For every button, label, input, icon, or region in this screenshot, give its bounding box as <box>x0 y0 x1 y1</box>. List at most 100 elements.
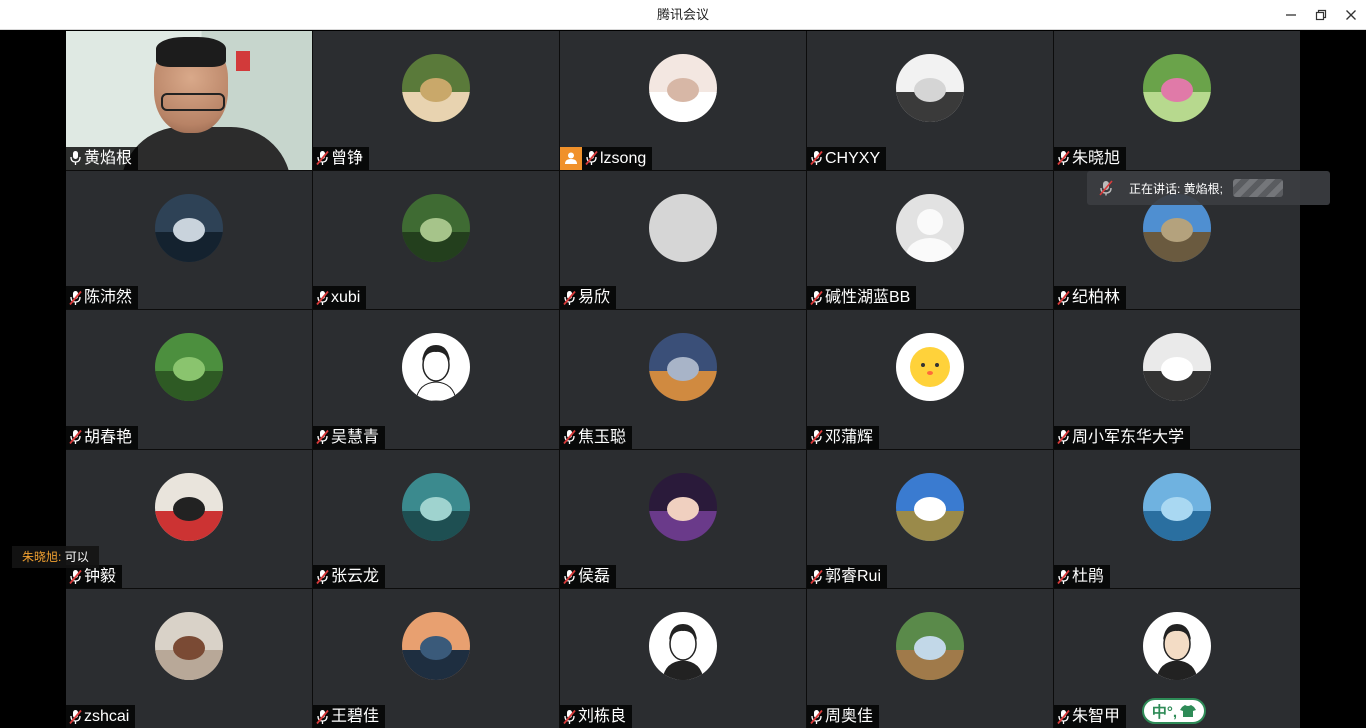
avatar <box>402 193 470 262</box>
participant-name: 胡春艳 <box>84 428 133 446</box>
muted-mic-icon <box>563 569 576 584</box>
participant-tile[interactable]: 陈沛然 <box>66 170 312 310</box>
participant-tile[interactable]: 黄焰根 <box>66 31 312 170</box>
participant-tile[interactable]: 曾铮 <box>313 31 559 170</box>
minimize-button[interactable] <box>1276 0 1306 30</box>
ime-toolbar[interactable]: 中°, <box>1142 698 1206 724</box>
participant-nametag: 钟毅 <box>66 565 123 589</box>
participant-nametag: 曾铮 <box>313 146 370 170</box>
participant-nametag: 朱晓旭 <box>1054 146 1127 170</box>
participant-tile[interactable]: 刘栋良 <box>560 589 806 728</box>
avatar <box>896 472 964 541</box>
sun-cartoon-avatar-image <box>896 333 964 402</box>
avatar <box>1143 472 1211 541</box>
muted-mic-icon <box>1057 290 1070 305</box>
participant-tile[interactable]: 焦玉聪 <box>560 310 806 449</box>
participant-nametag: 杜鹃 <box>1054 565 1111 589</box>
participant-tile[interactable]: 周奥佳 <box>807 589 1053 728</box>
close-button[interactable] <box>1336 0 1366 30</box>
muted-mic-icon <box>563 709 576 724</box>
muted-mic-icon <box>1057 151 1070 166</box>
participant-nametag: 胡春艳 <box>66 425 139 449</box>
participant-nametag: 吴慧青 <box>313 425 386 449</box>
grey-blank-avatar-image <box>649 193 717 262</box>
participant-nametag: zshcai <box>66 705 136 728</box>
muted-mic-icon <box>810 709 823 724</box>
sea-sky-avatar-image <box>1143 472 1211 541</box>
participant-tile[interactable]: 朱晓旭 <box>1054 31 1300 170</box>
participant-tile[interactable]: 钟毅 <box>66 449 312 589</box>
muted-mic-icon <box>810 151 823 166</box>
participant-name: xubi <box>331 289 361 307</box>
muted-mic-icon <box>69 569 82 584</box>
participant-nametag: 焦玉聪 <box>560 425 633 449</box>
participant-tile[interactable]: 邓蒲辉 <box>807 310 1053 449</box>
participant-nametag: 邓蒲辉 <box>807 425 880 449</box>
speaking-indicator: 正在讲话: 黄焰根; <box>1087 171 1330 205</box>
chat-message: 可以 <box>64 550 89 564</box>
participant-nametag: 纪柏林 <box>1054 286 1127 310</box>
muted-mic-icon <box>585 151 598 166</box>
participant-nametag: 王碧佳 <box>313 705 386 728</box>
title-bar: 腾讯会议 <box>0 0 1366 30</box>
participant-name: 朱智甲 <box>1072 708 1121 725</box>
muted-mic-icon <box>810 430 823 445</box>
participant-grid: 黄焰根 曾铮 lzsong CHYXY 朱晓旭陈沛然 xubi 易欣 碱性湖蓝BB 纪柏林胡春艳… <box>66 31 1300 728</box>
participant-tile[interactable]: 王碧佳 <box>313 589 559 728</box>
avatar <box>402 54 470 122</box>
portrait-sketch-avatar-image <box>649 612 717 681</box>
participant-name: 黄焰根 <box>84 149 133 167</box>
desk-photo-avatar-image <box>649 333 717 402</box>
participant-name: zshcai <box>84 708 130 725</box>
participant-tile[interactable]: zshcai <box>66 589 312 728</box>
avatar <box>1143 333 1211 402</box>
teal-text-photo-avatar-image <box>402 472 470 541</box>
participant-nametag: CHYXY <box>807 146 887 170</box>
participant-tile[interactable]: xubi <box>313 170 559 310</box>
muted-mic-icon <box>1057 430 1070 445</box>
participant-nametag: 周小军东华大学 <box>1054 425 1191 449</box>
participant-name: 邓蒲辉 <box>825 428 874 446</box>
muted-mic-icon <box>69 430 82 445</box>
participant-tile[interactable]: 张云龙 <box>313 449 559 589</box>
leaves-photo-avatar-image <box>155 333 223 402</box>
avatar <box>155 333 223 402</box>
host-user-icon <box>560 146 582 170</box>
avatar <box>649 333 717 402</box>
ime-mode-text: 中°, <box>1151 703 1178 721</box>
cartoon-man-avatar-image <box>1143 612 1211 681</box>
participant-name: 钟毅 <box>84 568 117 586</box>
muted-mic-icon <box>69 290 82 305</box>
participant-tile[interactable]: 周小军东华大学 <box>1054 310 1300 449</box>
restore-icon <box>1315 9 1327 21</box>
avatar <box>155 472 223 541</box>
participant-name: 纪柏林 <box>1072 289 1121 307</box>
avatar <box>1143 54 1211 122</box>
participant-tile[interactable]: 胡春艳 <box>66 310 312 449</box>
avatar <box>1143 612 1211 681</box>
close-icon <box>1346 10 1356 20</box>
shirt-icon <box>1180 705 1197 717</box>
participant-name: 曾铮 <box>331 149 364 167</box>
participant-name: 易欣 <box>578 289 611 307</box>
muted-mic-icon <box>316 290 329 305</box>
participant-name: 吴慧青 <box>331 428 380 446</box>
participant-tile[interactable]: CHYXY <box>807 31 1053 170</box>
avatar <box>402 612 470 681</box>
restore-button[interactable] <box>1306 0 1336 30</box>
participant-name: CHYXY <box>825 149 881 167</box>
participant-tile[interactable]: 碱性湖蓝BB <box>807 170 1053 310</box>
participant-tile[interactable]: 杜鹃 <box>1054 449 1300 589</box>
participant-tile[interactable]: 易欣 <box>560 170 806 310</box>
participant-tile[interactable]: lzsong <box>560 31 806 170</box>
participant-tile[interactable]: 侯磊 <box>560 449 806 589</box>
participant-name: 刘栋良 <box>578 708 627 725</box>
gallery-photo-avatar-image <box>896 54 964 122</box>
window-title: 腾讯会议 <box>656 7 709 22</box>
avatar <box>649 193 717 262</box>
participant-tile[interactable]: 郭睿Rui <box>807 449 1053 589</box>
avatar <box>155 193 223 262</box>
default-person-avatar-image <box>896 193 964 262</box>
participant-tile[interactable]: 吴慧青 <box>313 310 559 449</box>
participant-name: lzsong <box>600 149 647 167</box>
